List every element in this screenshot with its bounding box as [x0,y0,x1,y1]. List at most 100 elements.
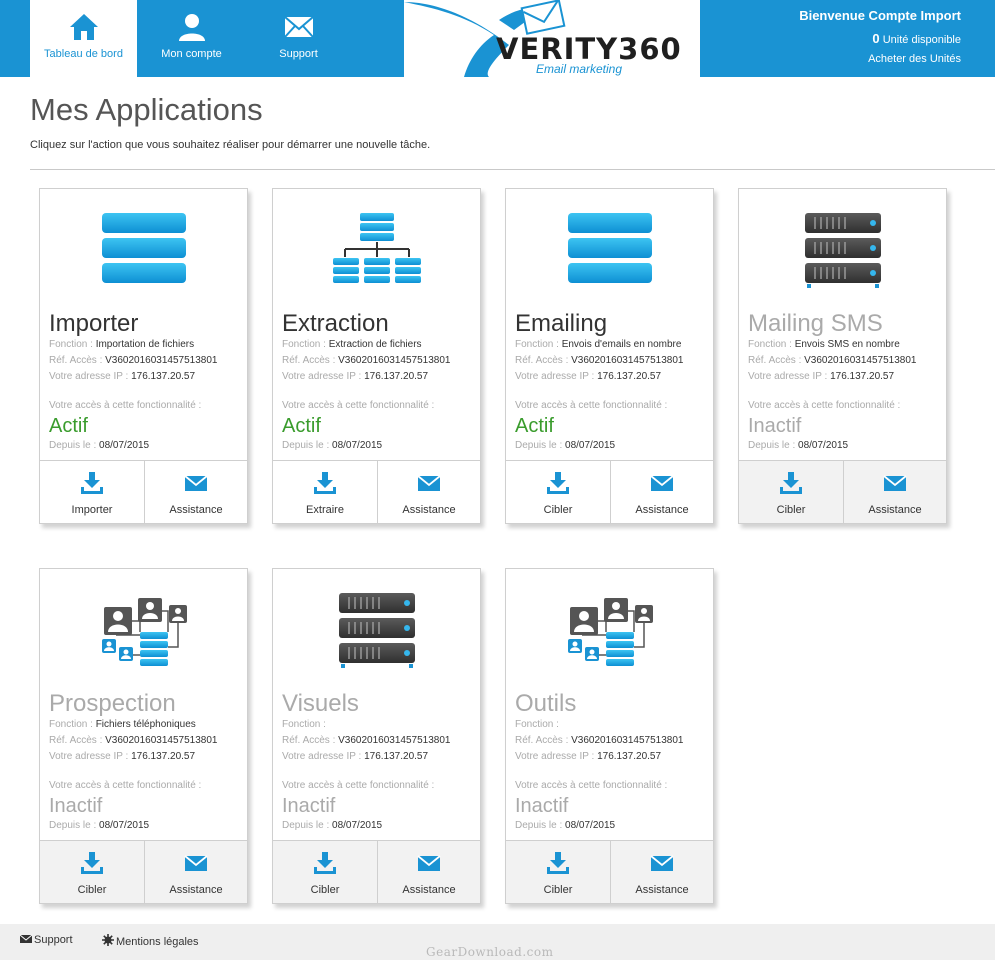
download-icon [81,472,103,494]
card-title: Emailing [515,310,608,337]
verity360-logo[interactable]: VERITY360 Email marketing [404,0,700,77]
download-icon [547,852,569,874]
nav-support[interactable]: Support [245,0,352,77]
card-title: Visuels [282,690,359,717]
assistance-button[interactable]: Assistance [610,841,713,904]
assistance-button[interactable]: Assistance [377,841,480,904]
assistance-button[interactable]: Assistance [144,841,247,904]
card-since: Depuis le : 08/07/2015 [515,820,615,831]
page-title: Mes Applications [30,92,263,127]
action-label: Assistance [402,884,456,896]
card-ref: Réf. Accès : V3602016031457513801 [515,735,683,746]
card-actions: Cibler Assistance [273,840,480,904]
ref-value: V3602016031457513801 [571,355,684,366]
ip-value: 176.137.20.57 [364,751,429,762]
assistance-button[interactable]: Assistance [377,461,480,524]
card-since: Depuis le : 08/07/2015 [282,440,382,451]
app-card-visuels: Visuels Fonction : Réf. Accès : V3602016… [272,568,481,904]
page-subtitle: Cliquez sur l'action que vous souhaitez … [30,139,431,151]
database-blue-icon [102,213,186,283]
download-icon [547,472,569,494]
ref-value: V3602016031457513801 [804,355,917,366]
welcome-text: Bienvenue Compte Import [799,8,961,23]
card-ip: Votre adresse IP : 176.137.20.57 [515,751,661,762]
ref-label: Réf. Accès : [49,355,103,366]
network-users-icon [102,598,187,666]
ip-label: Votre adresse IP : [748,371,828,382]
card-actions: Extraire Assistance [273,460,480,524]
assistance-button[interactable]: Assistance [843,461,946,524]
ip-label: Votre adresse IP : [282,751,362,762]
cibler-button[interactable]: Cibler [739,461,843,524]
nav-tableau-de-bord[interactable]: Tableau de bord [30,0,137,77]
action-label: Assistance [635,884,689,896]
since-value: 08/07/2015 [99,820,150,831]
fonction-label: Fonction : [748,339,792,350]
envelope-icon [417,475,441,491]
ref-label: Réf. Accès : [515,355,569,366]
cibler-button[interactable]: Cibler [506,841,610,904]
ip-value: 176.137.20.57 [597,751,662,762]
ip-value: 176.137.20.57 [830,371,895,382]
footer-support-link[interactable]: Support [19,934,73,946]
ref-label: Réf. Accès : [282,735,336,746]
fonction-label: Fonction : [282,339,326,350]
since-label: Depuis le : [49,440,97,451]
app-card-emailing: Emailing Fonction : Envois d'emails en n… [505,188,714,524]
card-access-label: Votre accès à cette fonctionnalité : [49,780,202,791]
card-fonction: Fonction : Importation de fichiers [49,339,194,350]
database-blue-icon [568,213,652,283]
card-title: Prospection [49,690,176,717]
cibler-button[interactable]: Cibler [506,461,610,524]
assistance-button[interactable]: Assistance [610,461,713,524]
fonction-value: Envois SMS en nombre [794,339,900,350]
app-card-mailing-sms: Mailing SMS Fonction : Envois SMS en nom… [738,188,947,524]
card-fonction: Fonction : Envois d'emails en nombre [515,339,681,350]
since-label: Depuis le : [282,440,330,451]
card-fonction: Fonction : Envois SMS en nombre [748,339,900,350]
since-label: Depuis le : [49,820,97,831]
app-card-extraction: Extraction Fonction : Extraction de fich… [272,188,481,524]
ref-value: V3602016031457513801 [338,355,451,366]
importer-button[interactable]: Importer [40,461,144,524]
fonction-value: Fichiers téléphoniques [95,719,196,730]
card-title: Extraction [282,310,389,337]
top-header: Tableau de bord Mon compte Support VERIT… [0,0,995,77]
watermark: GearDownload.com [426,945,554,959]
action-label: Assistance [169,884,223,896]
ip-label: Votre adresse IP : [49,751,129,762]
card-access-label: Votre accès à cette fonctionnalité : [515,400,668,411]
fonction-label: Fonction : [515,719,559,730]
since-value: 08/07/2015 [332,440,383,451]
card-since: Depuis le : 08/07/2015 [49,440,149,451]
card-fonction: Fonction : Fichiers téléphoniques [49,719,196,730]
units-count: 0 [872,31,880,46]
card-ref: Réf. Accès : V3602016031457513801 [282,735,450,746]
server-icon [339,593,415,668]
since-label: Depuis le : [515,440,563,451]
ip-value: 176.137.20.57 [131,371,196,382]
extraire-button[interactable]: Extraire [273,461,377,524]
ref-label: Réf. Accès : [282,355,336,366]
cibler-button[interactable]: Cibler [40,841,144,904]
footer-support-label: Support [34,934,73,946]
home-icon [69,14,98,40]
since-label: Depuis le : [748,440,796,451]
action-label: Cibler [776,504,806,516]
gear-icon [102,934,114,946]
ref-label: Réf. Accès : [748,355,802,366]
envelope-icon [184,855,208,871]
status-badge: Inactif [49,795,103,817]
assistance-button[interactable]: Assistance [144,461,247,524]
database-tree-icon [333,213,421,283]
ref-label: Réf. Accès : [49,735,103,746]
envelope-icon [417,855,441,871]
ip-label: Votre adresse IP : [515,751,595,762]
card-ref: Réf. Accès : V3602016031457513801 [49,355,217,366]
status-badge: Actif [49,415,88,437]
cibler-button[interactable]: Cibler [273,841,377,904]
nav-mon-compte[interactable]: Mon compte [138,0,245,77]
status-badge: Actif [515,415,554,437]
buy-units-link[interactable]: Acheter des Unités [799,53,961,65]
footer-legal-link[interactable]: Mentions légales [102,934,199,948]
